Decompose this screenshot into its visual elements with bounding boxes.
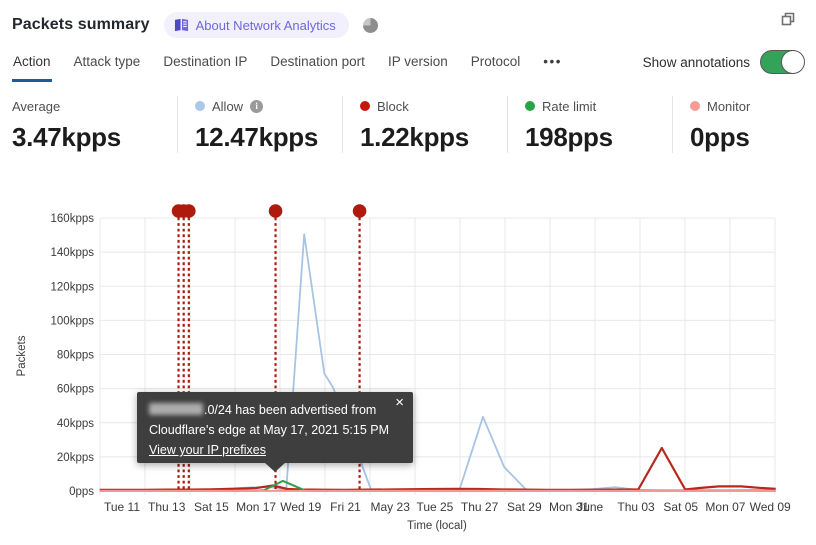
network-analytics-panel: Packets summary About Network Analytics … [0, 0, 816, 545]
y-axis-title: Packets [16, 335, 28, 376]
tooltip-line-2: Cloudflare's edge at May 17, 2021 5:15 P… [149, 423, 390, 437]
packets-line-chart: 160kpps 140kpps 120kpps 100kpps 80kpps 60kpps… [16, 204, 791, 532]
y-tick-label: 120kpps [51, 281, 95, 293]
x-tick-label: Mon 17 [236, 500, 276, 514]
annotation-dot[interactable] [352, 204, 367, 218]
close-icon[interactable]: × [395, 395, 404, 411]
x-tick-label: May 23 [371, 500, 411, 514]
tooltip-line-1: .0/24 has been advertised from [149, 400, 401, 420]
x-axis-title: Time (local) [407, 520, 467, 532]
x-tick-label: Sat 29 [507, 500, 542, 514]
y-tick-label: 160kpps [51, 213, 95, 225]
x-tick-label: June [577, 500, 603, 514]
y-tick-label: 80kpps [57, 350, 94, 362]
x-tick-label: Sat 15 [194, 500, 229, 514]
y-tick-label: 100kpps [51, 315, 95, 327]
y-tick-label: 140kpps [51, 247, 95, 259]
annotation-dot[interactable] [268, 204, 283, 218]
x-tick-label: Thu 27 [461, 500, 499, 514]
ip-prefixes-link[interactable]: View your IP prefixes [149, 443, 266, 457]
annotation-tooltip: × .0/24 has been advertised from Cloudfl… [137, 392, 413, 472]
tooltip-arrow [264, 462, 286, 472]
redacted-ip [149, 403, 203, 415]
y-tick-label: 60kpps [57, 384, 94, 396]
x-tick-label: Fri 21 [330, 500, 361, 514]
x-tick-label: Mon 07 [705, 500, 745, 514]
x-tick-label: Wed 09 [750, 500, 791, 514]
x-tick-label: Tue 11 [104, 500, 140, 514]
y-tick-label: 0pps [69, 486, 94, 498]
x-tick-label: Sat 05 [663, 500, 698, 514]
x-tick-label: Thu 03 [617, 500, 655, 514]
y-tick-label: 20kpps [57, 452, 94, 464]
x-tick-label: Thu 13 [148, 500, 186, 514]
y-tick-label: 40kpps [57, 418, 94, 430]
annotation-dot[interactable] [182, 204, 196, 218]
x-tick-label: Tue 25 [416, 500, 453, 514]
x-tick-label: Wed 19 [280, 500, 321, 514]
